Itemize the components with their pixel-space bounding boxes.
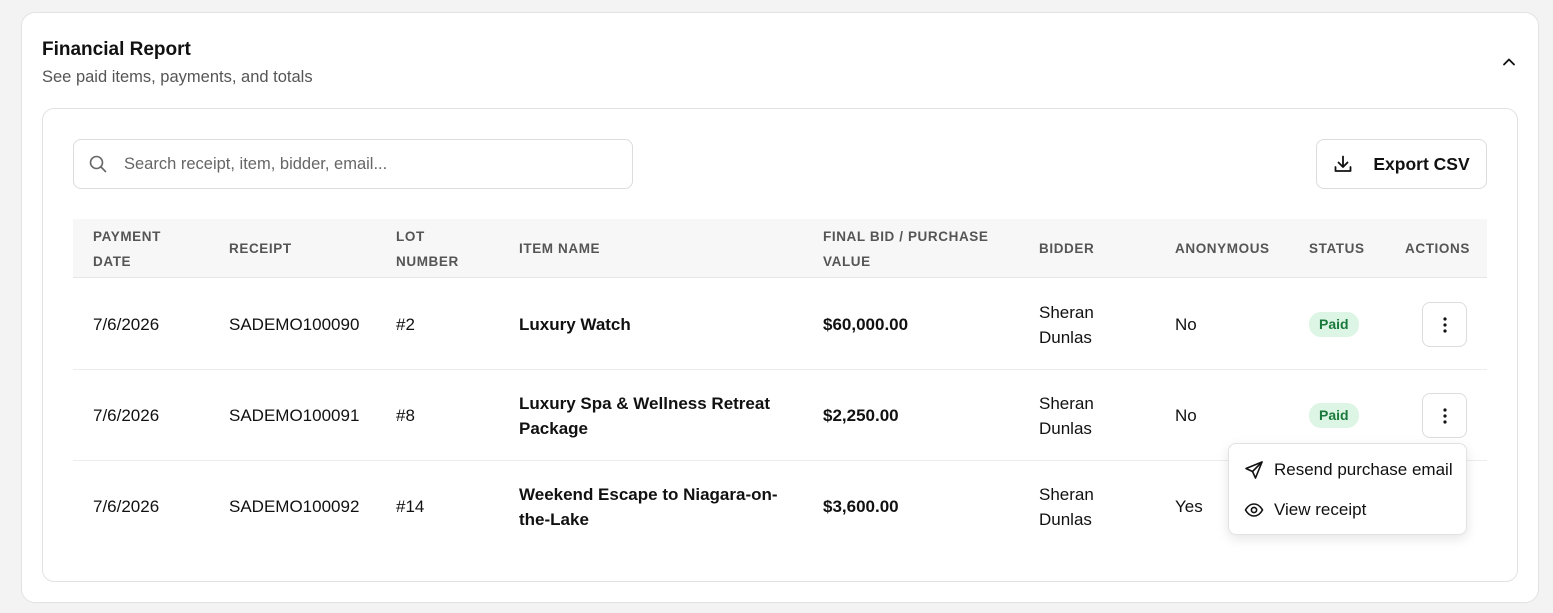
download-icon [1333, 154, 1353, 174]
anonymous-cell: No [1175, 315, 1197, 334]
col-status[interactable]: STATUS [1309, 219, 1365, 278]
anonymous-cell: No [1175, 406, 1197, 425]
send-icon [1244, 460, 1264, 480]
lot-cell: #8 [396, 406, 415, 425]
page-title: Financial Report [42, 39, 191, 60]
row-actions-button[interactable] [1422, 302, 1467, 347]
amount-cell: $60,000.00 [823, 315, 909, 334]
resend-purchase-email-label: Resend purchase email [1274, 460, 1453, 479]
resend-purchase-email-item[interactable]: Resend purchase email [1229, 450, 1468, 490]
status-badge: Paid [1309, 403, 1359, 428]
receipt-cell: SADEMO100092 [229, 497, 360, 516]
table-row: 7/6/2026 SADEMO100090 #2 Luxury Watch $6… [73, 279, 1487, 370]
bidder-cell: Sheran Dunlas [1039, 302, 1094, 347]
lot-cell: #14 [396, 497, 425, 516]
export-csv-label: Export CSV [1373, 153, 1470, 174]
view-receipt-item[interactable]: View receipt [1229, 490, 1468, 530]
payment-date-cell: 7/6/2026 [93, 406, 160, 425]
search-icon [88, 154, 108, 174]
receipt-cell: SADEMO100090 [229, 315, 360, 334]
col-item-name[interactable]: ITEM NAME [519, 219, 600, 278]
amount-cell: $3,600.00 [823, 497, 899, 516]
view-receipt-label: View receipt [1274, 500, 1367, 519]
more-vertical-icon [1442, 316, 1447, 333]
receipt-cell: SADEMO100091 [229, 406, 360, 425]
page-subtitle: See paid items, payments, and totals [42, 68, 313, 86]
bidder-cell: Sheran Dunlas [1039, 484, 1094, 529]
eye-icon [1244, 500, 1264, 520]
status-badge: Paid [1309, 312, 1359, 337]
row-actions-menu: Resend purchase email View receipt [1228, 443, 1467, 535]
item-name-cell: Luxury Spa & Wellness Retreat Package [519, 393, 770, 438]
col-actions: ACTIONS [1405, 241, 1470, 256]
item-name-cell: Weekend Escape to Niagara-on-the-Lake [519, 484, 778, 529]
col-bidder[interactable]: BIDDER [1039, 219, 1094, 278]
bidder-cell: Sheran Dunlas [1039, 393, 1094, 438]
payment-date-cell: 7/6/2026 [93, 497, 160, 516]
col-final-bid[interactable]: FINAL BID / PURCHASE VALUE [823, 219, 989, 278]
search-input[interactable] [124, 154, 604, 174]
col-payment-date[interactable]: PAYMENT DATE [93, 219, 161, 278]
more-vertical-icon [1442, 407, 1447, 424]
amount-cell: $2,250.00 [823, 406, 899, 425]
payment-date-cell: 7/6/2026 [93, 315, 160, 334]
col-lot-number[interactable]: LOT NUMBER [396, 219, 459, 278]
chevron-up-icon [1503, 58, 1515, 66]
lot-cell: #2 [396, 315, 415, 334]
anonymous-cell: Yes [1175, 497, 1203, 516]
search-box[interactable] [73, 139, 633, 189]
status-cell: Paid [1309, 279, 1359, 370]
col-anonymous[interactable]: ANONYMOUS [1175, 219, 1270, 278]
collapse-button[interactable] [1496, 49, 1522, 75]
row-actions-button[interactable] [1422, 393, 1467, 438]
col-receipt[interactable]: RECEIPT [229, 219, 292, 278]
table-header: PAYMENT DATE RECEIPT LOT NUMBER ITEM NAME … [73, 219, 1487, 278]
item-name-cell: Luxury Watch [519, 315, 631, 334]
export-csv-button[interactable]: Export CSV [1316, 139, 1487, 189]
